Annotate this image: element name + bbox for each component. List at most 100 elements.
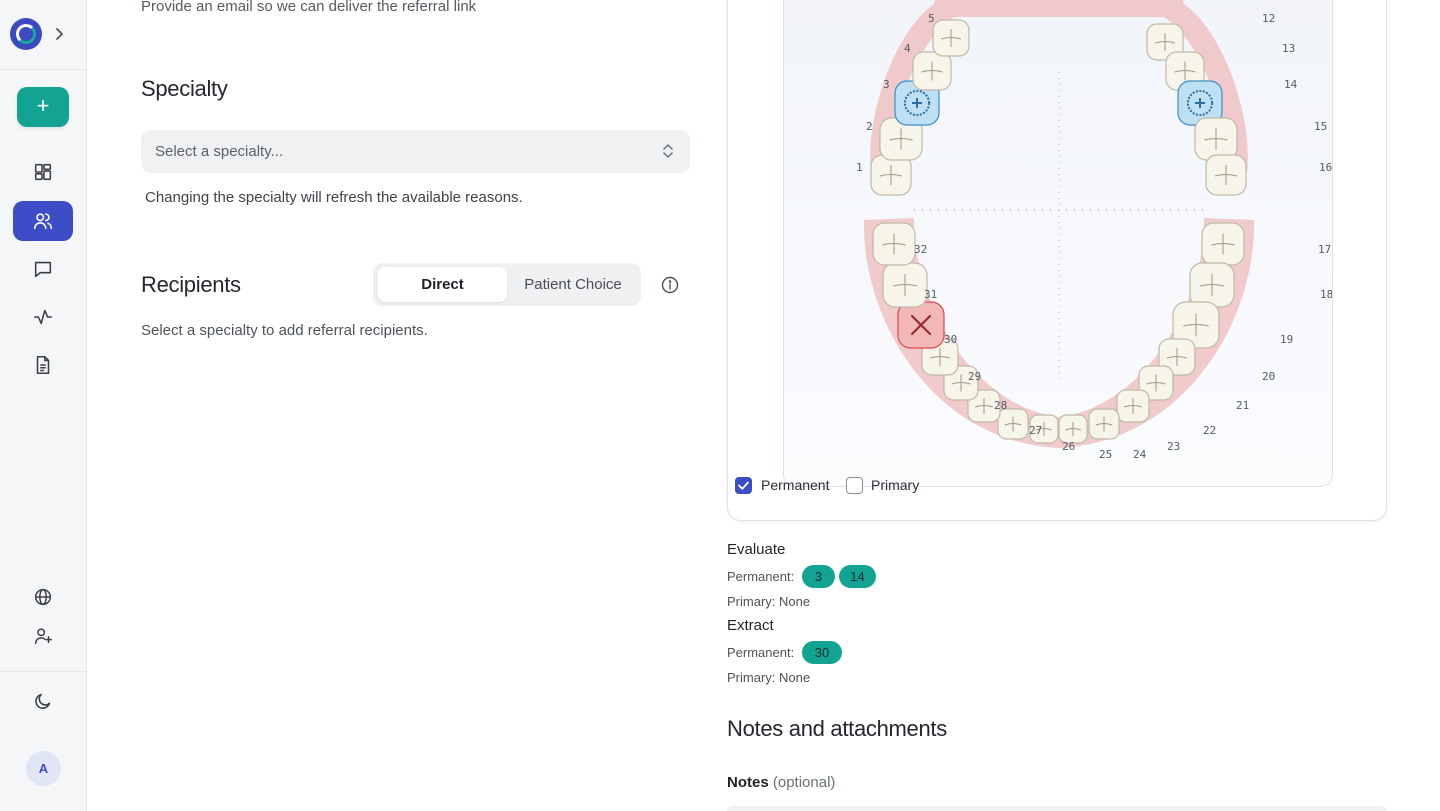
sidebar-item-messages[interactable]: [13, 249, 73, 289]
tooth-22[interactable]: [1116, 389, 1150, 423]
sidebar: + A: [0, 0, 87, 811]
document-icon: [36, 355, 50, 375]
tooth-32[interactable]: [872, 222, 916, 266]
email-hint: Provide an email so we can deliver the r…: [141, 0, 477, 15]
specialty-select[interactable]: Select a specialty...: [141, 130, 690, 173]
tooth-number-label: 13: [1282, 42, 1295, 55]
tooth-number-label: 17: [1318, 243, 1331, 256]
moon-icon: [35, 693, 51, 709]
notes-label-text: Notes: [727, 774, 769, 791]
tooth-number-label: 15: [1314, 120, 1327, 133]
extract-title: Extract: [727, 617, 774, 634]
tooth-number-label: 26: [1062, 440, 1075, 453]
primary-label: Primary: [871, 477, 920, 493]
tooth-number-label: 20: [1262, 370, 1275, 383]
user-plus-icon: [34, 628, 52, 645]
tooth-1[interactable]: [870, 154, 912, 196]
tooth-number-label: 3: [883, 78, 890, 91]
recipient-mode-toggle: Direct Patient Choice: [373, 263, 641, 306]
sidebar-item-patients[interactable]: [13, 201, 73, 241]
specialty-placeholder: Select a specialty...: [155, 143, 284, 160]
tooth-number-label: 18: [1320, 288, 1333, 301]
extract-primary-value: None: [779, 670, 811, 685]
tooth-number-label: 1: [856, 161, 863, 174]
tooth-number-label: 16: [1319, 161, 1332, 174]
tooth-number-label: 30: [944, 333, 957, 346]
tooth-24[interactable]: [1058, 414, 1088, 444]
sidebar-divider: [0, 69, 87, 70]
sidebar-divider: [0, 671, 87, 672]
app-logo[interactable]: [10, 18, 42, 50]
activity-icon: [33, 309, 53, 325]
chevron-right-icon[interactable]: [52, 24, 68, 44]
extract-permanent-label: Permanent:: [727, 645, 795, 660]
users-icon: [33, 213, 53, 230]
tooth-number-label: 14: [1284, 78, 1298, 91]
evaluate-tooth-badge[interactable]: 14: [839, 565, 876, 588]
notes-title: Notes and attachments: [727, 716, 947, 741]
chevron-up-down-icon: [662, 142, 674, 161]
sidebar-item-dashboard[interactable]: [13, 152, 73, 192]
tooth-number-label: 32: [914, 243, 927, 256]
evaluate-primary-label: Primary:: [727, 594, 776, 609]
tooth-number-label: 31: [924, 288, 937, 301]
tooth-30[interactable]: [897, 301, 945, 349]
recipients-helper: Select a specialty to add referral recip…: [141, 322, 428, 339]
tooth-number-label: 27: [1029, 424, 1042, 437]
tooth-chart-card: 1 2 3 4 5 12 13 14 15 16 17 18 19 20 21 22 23 24 25 26 27 28 2…: [727, 0, 1387, 521]
tooth-26[interactable]: [997, 408, 1029, 440]
extract-primary-label: Primary:: [727, 670, 776, 685]
specialty-helper: Changing the specialty will refresh the …: [145, 189, 523, 206]
notes-textarea[interactable]: [727, 806, 1387, 811]
tooth-4[interactable]: [912, 51, 952, 91]
tooth-chart-svg[interactable]: 12345 12131415161718192021222324252627282…: [784, 0, 1333, 487]
tooth-16[interactable]: [1205, 154, 1247, 196]
tooth-number-label: 2: [866, 120, 873, 133]
grid-icon: [34, 163, 52, 181]
message-icon: [34, 261, 52, 278]
globe-icon: [34, 588, 52, 606]
tooth-number-label: 24: [1133, 448, 1147, 461]
evaluate-tooth-badge[interactable]: 3: [802, 565, 835, 588]
tooth-5[interactable]: [932, 19, 970, 57]
sidebar-item-invite[interactable]: [13, 616, 73, 656]
avatar[interactable]: A: [26, 751, 61, 786]
tooth-number-label: 22: [1203, 424, 1216, 437]
tooth-number-label: 5: [928, 12, 935, 25]
permanent-checkbox[interactable]: [735, 477, 752, 494]
notes-label: Notes (optional): [727, 774, 835, 791]
add-button[interactable]: +: [17, 87, 69, 127]
tooth-number-label: 12: [1262, 12, 1275, 25]
tooth-number-label: 4: [904, 42, 911, 55]
evaluate-title: Evaluate: [727, 541, 786, 558]
tooth-number-label: 29: [968, 370, 981, 383]
sidebar-item-language[interactable]: [13, 577, 73, 617]
tooth-31[interactable]: [882, 262, 928, 308]
notes-optional: (optional): [772, 774, 836, 791]
extract-primary-row: Primary: None: [727, 670, 810, 685]
info-icon[interactable]: [661, 276, 679, 294]
mode-patient-choice-button[interactable]: Patient Choice: [509, 267, 637, 302]
evaluate-permanent-label: Permanent:: [727, 569, 795, 584]
recipients-title: Recipients: [141, 272, 241, 297]
specialty-title: Specialty: [141, 76, 228, 101]
sidebar-item-documents[interactable]: [13, 345, 73, 385]
permanent-label: Permanent: [761, 477, 830, 493]
tooth-17[interactable]: [1201, 222, 1245, 266]
tooth-number-label: 28: [994, 399, 1007, 412]
extract-tooth-badge[interactable]: 30: [802, 641, 842, 664]
tooth-18[interactable]: [1189, 262, 1235, 308]
tooth-15[interactable]: [1194, 117, 1238, 161]
tooth-number-label: 25: [1099, 448, 1112, 461]
mode-direct-button[interactable]: Direct: [378, 267, 507, 302]
tooth-number-label: 19: [1280, 333, 1293, 346]
tooth-number-label: 21: [1236, 399, 1249, 412]
evaluate-primary-value: None: [779, 594, 811, 609]
primary-checkbox[interactable]: [846, 477, 863, 494]
sidebar-item-theme[interactable]: [13, 681, 73, 721]
tooth-23[interactable]: [1088, 408, 1120, 440]
evaluate-primary-row: Primary: None: [727, 594, 810, 609]
sidebar-item-activity[interactable]: [13, 297, 73, 337]
tooth-number-label: 23: [1167, 440, 1180, 453]
tooth-chart: 1 2 3 4 5 12 13 14 15 16 17 18 19 20 21 22 23 24 25 26 27 28 2…: [783, 0, 1333, 487]
